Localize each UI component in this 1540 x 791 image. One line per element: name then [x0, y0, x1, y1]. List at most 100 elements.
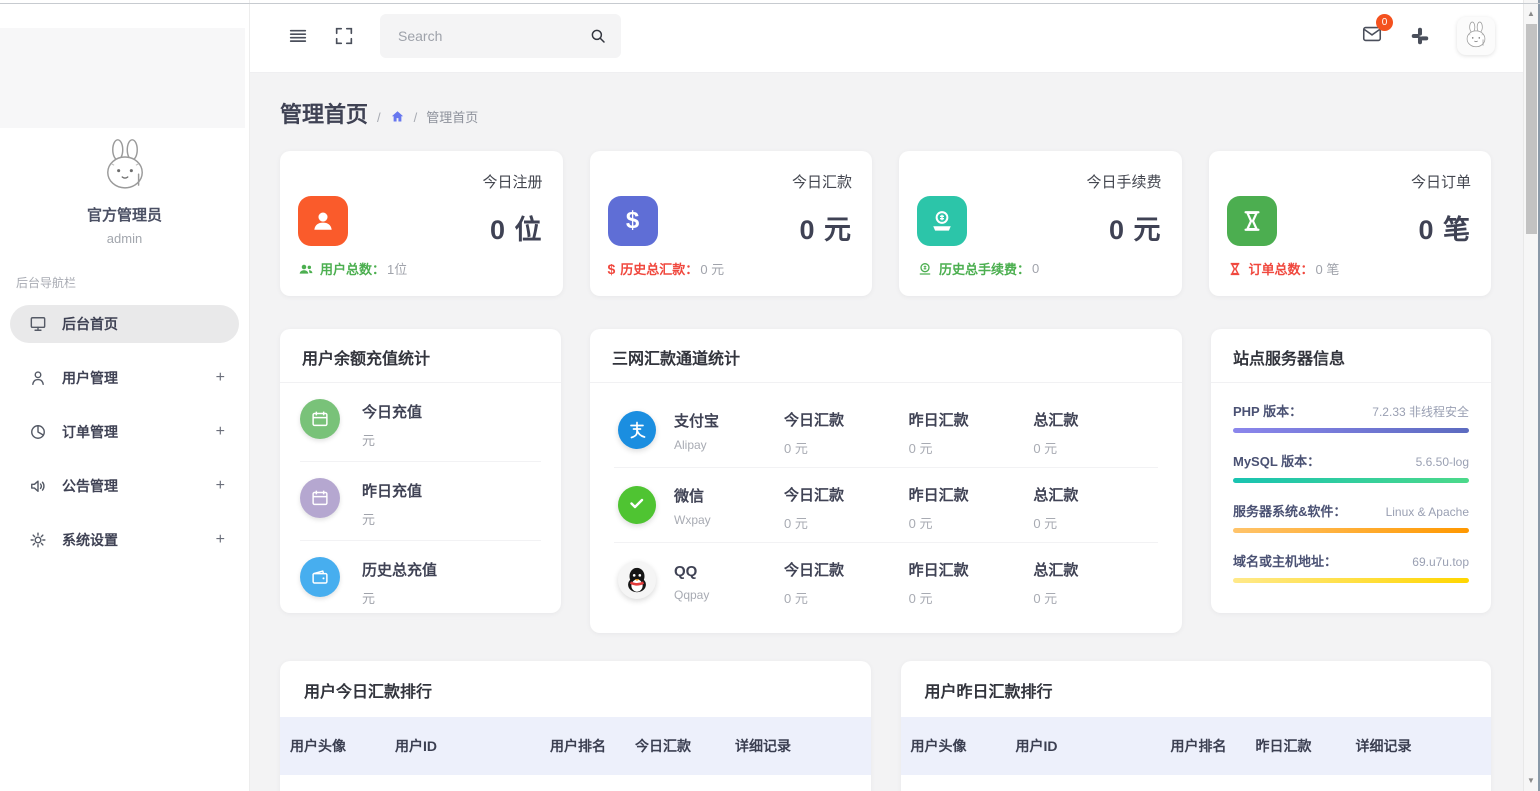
column-header: 详细记录 [1356, 736, 1492, 756]
ranking-tables-row: 用户今日汇款排行 用户头像 用户ID 用户排名 今日汇款 详细记录 [280, 661, 1491, 791]
server-row-mysql: MySQL 版本： 5.6.50-log [1233, 451, 1469, 483]
sidebar-item-label: 订单管理 [62, 422, 216, 442]
apps-grid-icon[interactable] [1409, 25, 1431, 47]
panel-title: 三网汇款通道统计 [612, 345, 1160, 369]
channel-stat-value: 0 元 [909, 588, 1034, 607]
breadcrumb-separator: / [377, 110, 381, 125]
avatar-rabbit-icon [1461, 21, 1491, 51]
column-header: 用户头像 [290, 736, 395, 756]
page-content: 管理首页 / / 管理首页 今日注册 0 位 用户总数： 1位 [250, 73, 1523, 791]
panel-title: 用户昨日汇款排行 [925, 678, 1468, 702]
fullscreen-icon[interactable] [333, 25, 355, 47]
stat-footer-value: 1位 [387, 259, 407, 278]
nav-section-label: 后台导航栏 [0, 246, 249, 301]
stat-footer: 历史总手续费： 0 [917, 259, 1039, 278]
user-avatar-button[interactable] [1457, 17, 1495, 55]
profile-avatar [96, 138, 154, 196]
hourglass-mini-icon [1227, 261, 1243, 277]
channel-sub: Alipay [674, 438, 736, 452]
sidebar-item-label: 用户管理 [62, 368, 216, 388]
scrollbar-thumb[interactable] [1526, 24, 1537, 234]
profile-name: 官方管理员 [0, 204, 249, 225]
column-header: 用户ID [1016, 736, 1171, 756]
server-value: 69.u7u.top [1412, 555, 1469, 569]
server-row-domain: 域名或主机地址： 69.u7u.top [1233, 551, 1469, 583]
table-row [280, 775, 871, 791]
sidebar-banner [0, 28, 245, 128]
person-icon [298, 196, 348, 246]
sidebar-item-announcements[interactable]: 公告管理 + [10, 467, 239, 505]
home-icon[interactable] [390, 109, 405, 124]
server-label: MySQL 版本： [1233, 451, 1320, 470]
column-header: 用户排名 [1171, 736, 1256, 756]
search-icon[interactable] [589, 27, 607, 45]
stat-cards-row: 今日注册 0 位 用户总数： 1位 $ 今日汇款 0 元 $ [280, 151, 1491, 296]
stat-footer-value: 0 元 [700, 259, 724, 278]
channel-stat-label: 今日汇款 [784, 409, 909, 430]
stat-title: 今日订单 [1229, 171, 1472, 192]
column-header: 昨日汇款 [1256, 736, 1356, 756]
user-icon [28, 368, 48, 388]
stat-footer-label: 历史总汇款： [620, 259, 698, 278]
mail-button[interactable]: 0 [1361, 23, 1383, 50]
stat-footer: 订单总数： 0 笔 [1227, 259, 1340, 278]
progress-bar [1233, 578, 1469, 583]
monitor-icon [28, 314, 48, 334]
expand-plus-icon: + [216, 531, 225, 549]
page-scrollbar[interactable]: ▲ ▼ [1523, 0, 1540, 791]
channel-stat-label: 总汇款 [1033, 559, 1158, 580]
users-group-icon [298, 261, 314, 277]
channel-stat-value: 0 元 [784, 438, 909, 457]
hamburger-menu-icon[interactable] [287, 25, 309, 47]
channel-row-qqpay: QQ Qqpay 今日汇款0 元 昨日汇款0 元 总汇款0 元 [614, 543, 1158, 617]
page-title: 管理首页 [280, 97, 368, 129]
sidebar-item-label: 后台首页 [62, 314, 225, 334]
sidebar-item-settings[interactable]: 系统设置 + [10, 521, 239, 559]
channel-stat-label: 今日汇款 [784, 559, 909, 580]
dollar-icon: $ [608, 196, 658, 246]
table-row [901, 775, 1492, 791]
pie-chart-icon [28, 422, 48, 442]
channel-sub: Wxpay [674, 513, 736, 527]
scroll-down-arrow[interactable]: ▼ [1524, 773, 1538, 787]
channel-row-alipay: 支付宝 Alipay 今日汇款0 元 昨日汇款0 元 总汇款0 元 [614, 393, 1158, 468]
panel-title: 站点服务器信息 [1233, 345, 1469, 369]
column-header: 用户ID [395, 736, 550, 756]
stat-card-remittance: $ 今日汇款 0 元 $ 历史总汇款： 0 元 [590, 151, 873, 296]
panel-title: 用户今日汇款排行 [304, 678, 847, 702]
recharge-item-today: 今日充值 元 [300, 383, 541, 462]
stat-footer: 用户总数： 1位 [298, 259, 407, 278]
channel-stat-label: 昨日汇款 [909, 484, 1034, 505]
sidebar-item-orders[interactable]: 订单管理 + [10, 413, 239, 451]
coin-mini-icon [917, 261, 933, 277]
server-value: 5.6.50-log [1416, 455, 1469, 469]
sidebar-item-dashboard[interactable]: 后台首页 [10, 305, 239, 343]
recharge-label: 昨日充值 [362, 478, 422, 501]
server-value: 7.2.33 非线程安全 [1372, 403, 1469, 420]
profile-username: admin [0, 231, 249, 246]
channel-sub: Qqpay [674, 588, 736, 602]
sidebar-item-users[interactable]: 用户管理 + [10, 359, 239, 397]
recharge-value: 元 [362, 588, 437, 607]
search-input[interactable] [398, 28, 589, 44]
channel-stat-value: 0 元 [909, 513, 1034, 532]
progress-bar [1233, 478, 1469, 483]
wechat-icon [618, 486, 656, 524]
scroll-up-arrow[interactable]: ▲ [1524, 6, 1538, 20]
wallet-icon [300, 557, 340, 597]
column-header: 用户头像 [911, 736, 1016, 756]
breadcrumb-separator: / [414, 110, 418, 125]
dollar-mini-icon: $ [608, 261, 616, 277]
channel-stat-value: 0 元 [1033, 438, 1158, 457]
server-row-os: 服务器系统&软件： Linux & Apache [1233, 501, 1469, 533]
column-header: 详细记录 [735, 736, 871, 756]
breadcrumb: 管理首页 / / 管理首页 [280, 97, 1491, 129]
stat-title: 今日注册 [300, 171, 543, 192]
alipay-icon [618, 411, 656, 449]
recharge-item-total: 历史总充值 元 [300, 541, 541, 620]
yesterday-ranking-table: 用户昨日汇款排行 用户头像 用户ID 用户排名 昨日汇款 详细记录 [901, 661, 1492, 791]
column-header: 用户排名 [550, 736, 635, 756]
recharge-stats-panel: 用户余额充值统计 今日充值 元 [280, 329, 561, 613]
recharge-value: 元 [362, 509, 422, 528]
expand-plus-icon: + [216, 369, 225, 387]
